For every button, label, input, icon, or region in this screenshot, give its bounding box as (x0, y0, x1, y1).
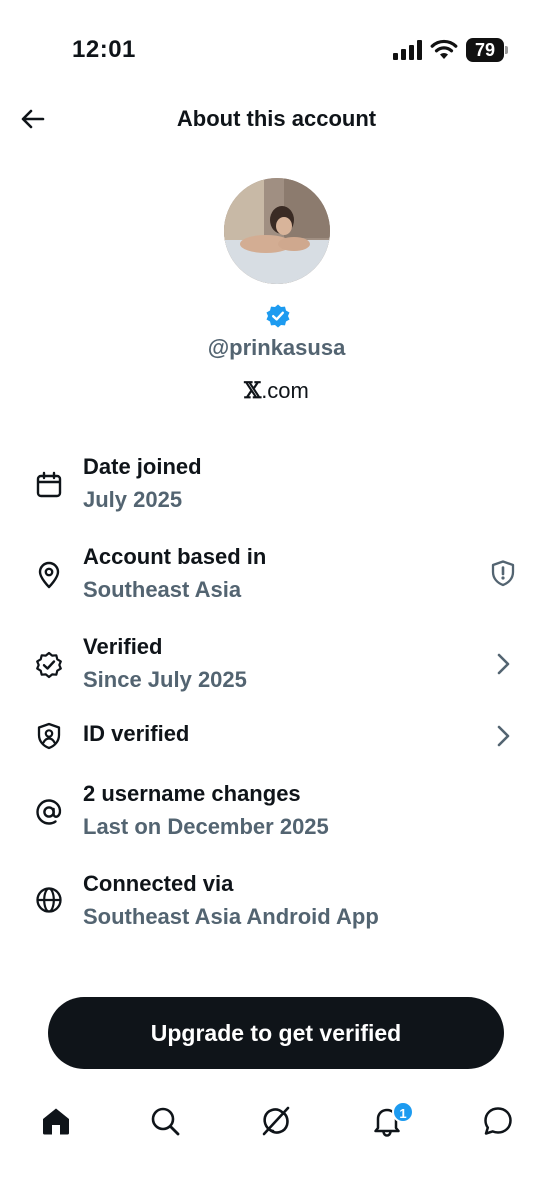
x-logo: 𝕏 (244, 378, 262, 404)
detail-id-verified[interactable]: ID verified (0, 718, 553, 758)
detail-title: 2 username changes (83, 781, 301, 806)
header: About this account (0, 96, 553, 142)
wifi-icon (430, 39, 458, 59)
location-pin-icon (38, 561, 60, 589)
id-shield-icon (37, 722, 61, 750)
at-sign-icon (36, 799, 62, 825)
detail-title: Account based in (83, 544, 267, 569)
detail-value: Southeast Asia (83, 577, 242, 602)
upgrade-to-verified-button[interactable]: Upgrade to get verified (48, 997, 504, 1069)
platform-label: 𝕏.com (0, 378, 553, 404)
detail-value: Last on December 2025 (83, 814, 329, 839)
bottom-tab-bar (0, 1090, 553, 1160)
chevron-right-icon (497, 653, 510, 675)
search-icon[interactable] (148, 1104, 182, 1138)
detail-value: Southeast Asia Android App (83, 904, 379, 929)
battery-level: 79 (474, 40, 496, 60)
detail-date-joined: Date joined July 2025 (0, 452, 553, 522)
status-time: 12:01 (72, 36, 136, 63)
page-title: About this account (176, 106, 377, 131)
profile-username: @prinkasusa (207, 335, 346, 360)
globe-icon (36, 887, 62, 913)
detail-title: Connected via (83, 871, 234, 896)
detail-value: Since July 2025 (83, 667, 247, 692)
messages-icon[interactable] (481, 1104, 515, 1138)
chevron-right-icon (497, 725, 510, 747)
detail-title: Verified (83, 634, 163, 659)
home-icon[interactable] (39, 1104, 73, 1138)
detail-username-changes: 2 username changes Last on December 2025 (0, 779, 553, 849)
status-bar: 12:01 79 (0, 0, 553, 100)
shield-alert-icon[interactable] (489, 559, 517, 587)
calendar-icon (36, 471, 62, 498)
signal-icon (393, 40, 422, 60)
verified-badge-outline-icon (36, 651, 62, 679)
avatar[interactable] (224, 178, 330, 284)
verified-badge-icon (266, 304, 290, 328)
notification-count-badge: 1 (392, 1101, 414, 1123)
detail-title: Date joined (83, 454, 202, 479)
detail-account-based-in: Account based in Southeast Asia (0, 542, 553, 612)
detail-verified[interactable]: Verified Since July 2025 (0, 632, 553, 702)
battery-icon: 79 (466, 38, 508, 62)
grok-icon[interactable] (259, 1104, 293, 1138)
detail-connected-via: Connected via Southeast Asia Android App (0, 869, 553, 939)
platform-suffix: .com (261, 378, 309, 403)
detail-title: ID verified (83, 721, 190, 746)
avatar-photo (224, 178, 330, 284)
detail-value: July 2025 (83, 487, 183, 512)
